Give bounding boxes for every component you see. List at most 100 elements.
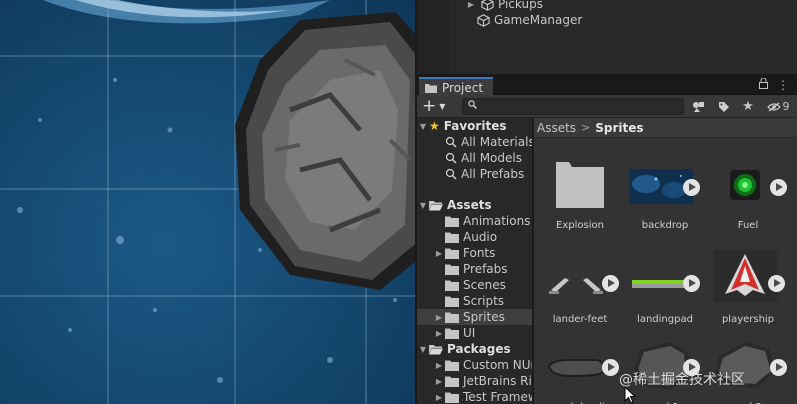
tree-favorite-all-models[interactable]: All Models [417, 150, 532, 166]
expand-arrow-icon[interactable]: ▶ [433, 393, 445, 402]
hierarchy-item-label: Pickups [498, 0, 543, 11]
tree-packages-label: Packages [447, 342, 511, 356]
filter-by-type-button[interactable] [688, 97, 710, 116]
tree-folder-prefabs[interactable]: Prefabs [417, 261, 532, 277]
folder-icon [445, 248, 459, 259]
tree-assets-label: Assets [447, 198, 492, 212]
tree-packages-header[interactable]: ▼ Packages [417, 341, 532, 357]
asset-playership[interactable]: playership [709, 248, 787, 330]
asset-landingpad[interactable]: landingpad [626, 248, 704, 330]
asset-rock-landing[interactable]: rock-landi [541, 336, 619, 404]
add-asset-button[interactable]: + ▼ [422, 97, 452, 115]
expand-arrow-icon[interactable]: ▼ [417, 345, 429, 354]
filter-by-type-icon [693, 101, 704, 112]
tree-package-test-framework[interactable]: ▶ Test Framework [417, 389, 532, 404]
tree-item-label: Scripts [463, 294, 505, 308]
project-window: Project ⋮ + ▼ ★ 9 ▼ ★ Favorites All Mate… [417, 74, 797, 404]
tree-favorites-header[interactable]: ▼ ★ Favorites [417, 118, 532, 134]
asset-explosion[interactable]: Explosion [541, 154, 619, 236]
expand-arrow-icon[interactable]: ▶ [433, 329, 445, 338]
asset-label: playership [721, 314, 775, 325]
tree-item-label: Fonts [463, 246, 496, 260]
filter-by-label-button[interactable] [714, 97, 734, 116]
tree-item-label: All Materials [461, 135, 533, 149]
asset-grid[interactable]: Assets > Sprites Explosion backdrop Fuel… [534, 118, 797, 404]
tree-favorite-all-materials[interactable]: All Materials [417, 134, 533, 150]
asset-backdrop[interactable]: backdrop [626, 154, 704, 236]
expand-arrow-icon[interactable]: ▼ [417, 201, 429, 210]
gameobject-cube-icon [477, 13, 490, 27]
play-icon[interactable] [683, 275, 700, 292]
folder-icon [425, 83, 437, 93]
hierarchy-item-gamemanager[interactable]: GameManager [477, 12, 582, 28]
search-input[interactable] [462, 98, 684, 115]
play-icon[interactable] [602, 359, 619, 376]
breadcrumb: Assets > Sprites [534, 118, 797, 138]
search-icon [468, 100, 477, 112]
asset-lander-feet[interactable]: lander-feet [541, 248, 619, 330]
tree-item-label: Test Framework [463, 390, 532, 404]
favorites-star-button[interactable]: ★ [739, 97, 757, 116]
tree-item-label: Sprites [463, 310, 505, 324]
scene-canvas [0, 0, 415, 404]
expand-arrow-icon[interactable]: ▶ [433, 249, 445, 258]
folder-open-icon [429, 344, 443, 355]
search-icon [445, 168, 457, 180]
tree-assets-header[interactable]: ▼ Assets [417, 197, 532, 213]
hidden-count: 9 [782, 100, 790, 113]
hierarchy-panel[interactable]: ▶ Pickups GameManager [417, 0, 797, 74]
tree-item-label: UI [463, 326, 476, 340]
tab-project[interactable]: Project [419, 77, 493, 96]
tab-project-label: Project [442, 80, 484, 95]
tree-favorite-all-prefabs[interactable]: All Prefabs [417, 166, 532, 182]
search-icon [445, 136, 457, 148]
tree-folder-scenes[interactable]: Scenes [417, 277, 532, 293]
lock-icon[interactable] [759, 77, 768, 92]
label-tag-icon [719, 101, 729, 112]
tree-folder-audio[interactable]: Audio [417, 229, 532, 245]
hierarchy-item-pickups[interactable]: ▶ Pickups [465, 0, 543, 12]
asteroid-sprite[interactable] [235, 12, 415, 290]
tree-item-label: All Models [461, 151, 522, 165]
folder-icon [445, 328, 459, 339]
star-icon: ★ [742, 99, 754, 114]
hidden-packages-button[interactable]: 9 [762, 97, 794, 116]
play-icon[interactable] [770, 359, 787, 376]
tree-item-label: Scenes [463, 278, 506, 292]
scene-view[interactable] [0, 0, 415, 404]
folder-tree[interactable]: ▼ ★ Favorites All Materials All Models A… [417, 118, 533, 404]
expand-arrow-icon[interactable]: ▼ [417, 122, 429, 131]
play-icon[interactable] [770, 179, 787, 196]
play-icon[interactable] [602, 275, 619, 292]
breadcrumb-sprites[interactable]: Sprites [595, 121, 643, 135]
expand-arrow-icon[interactable]: ▶ [465, 0, 477, 9]
asset-fuel[interactable]: Fuel [709, 154, 787, 236]
folder-icon [445, 360, 459, 371]
expand-arrow-icon[interactable]: ▶ [433, 361, 445, 370]
tree-item-label: Prefabs [463, 262, 508, 276]
mouse-cursor-icon [624, 386, 637, 404]
search-icon [445, 152, 457, 164]
project-toolbar: + ▼ ★ 9 [417, 95, 797, 118]
play-icon[interactable] [768, 275, 785, 292]
expand-arrow-icon[interactable]: ▶ [433, 313, 445, 322]
breadcrumb-assets[interactable]: Assets [537, 121, 576, 135]
tree-item-label: All Prefabs [461, 167, 525, 181]
tree-package-jetbrains-rider[interactable]: ▶ JetBrains Rider Editor [417, 373, 532, 389]
play-icon[interactable] [683, 179, 700, 196]
asset-label: lander-feet [552, 314, 608, 325]
tree-folder-sprites[interactable]: ▶ Sprites [417, 309, 532, 325]
tree-folder-scripts[interactable]: Scripts [417, 293, 532, 309]
tree-folder-fonts[interactable]: ▶ Fonts [417, 245, 532, 261]
tree-item-label: JetBrains Rider Editor [463, 374, 532, 388]
tree-favorites-label: Favorites [443, 119, 507, 133]
tree-folder-ui[interactable]: ▶ UI [417, 325, 532, 341]
hierarchy-gutter [417, 0, 449, 74]
expand-arrow-icon[interactable]: ▶ [433, 377, 445, 386]
folder-icon [445, 232, 459, 243]
tree-folder-animations[interactable]: Animations [417, 213, 532, 229]
tree-package-custom-nunit[interactable]: ▶ Custom NUnit [417, 357, 532, 373]
breadcrumb-separator: > [581, 121, 591, 134]
folder-icon [541, 154, 619, 214]
more-options-icon[interactable]: ⋮ [777, 78, 789, 92]
